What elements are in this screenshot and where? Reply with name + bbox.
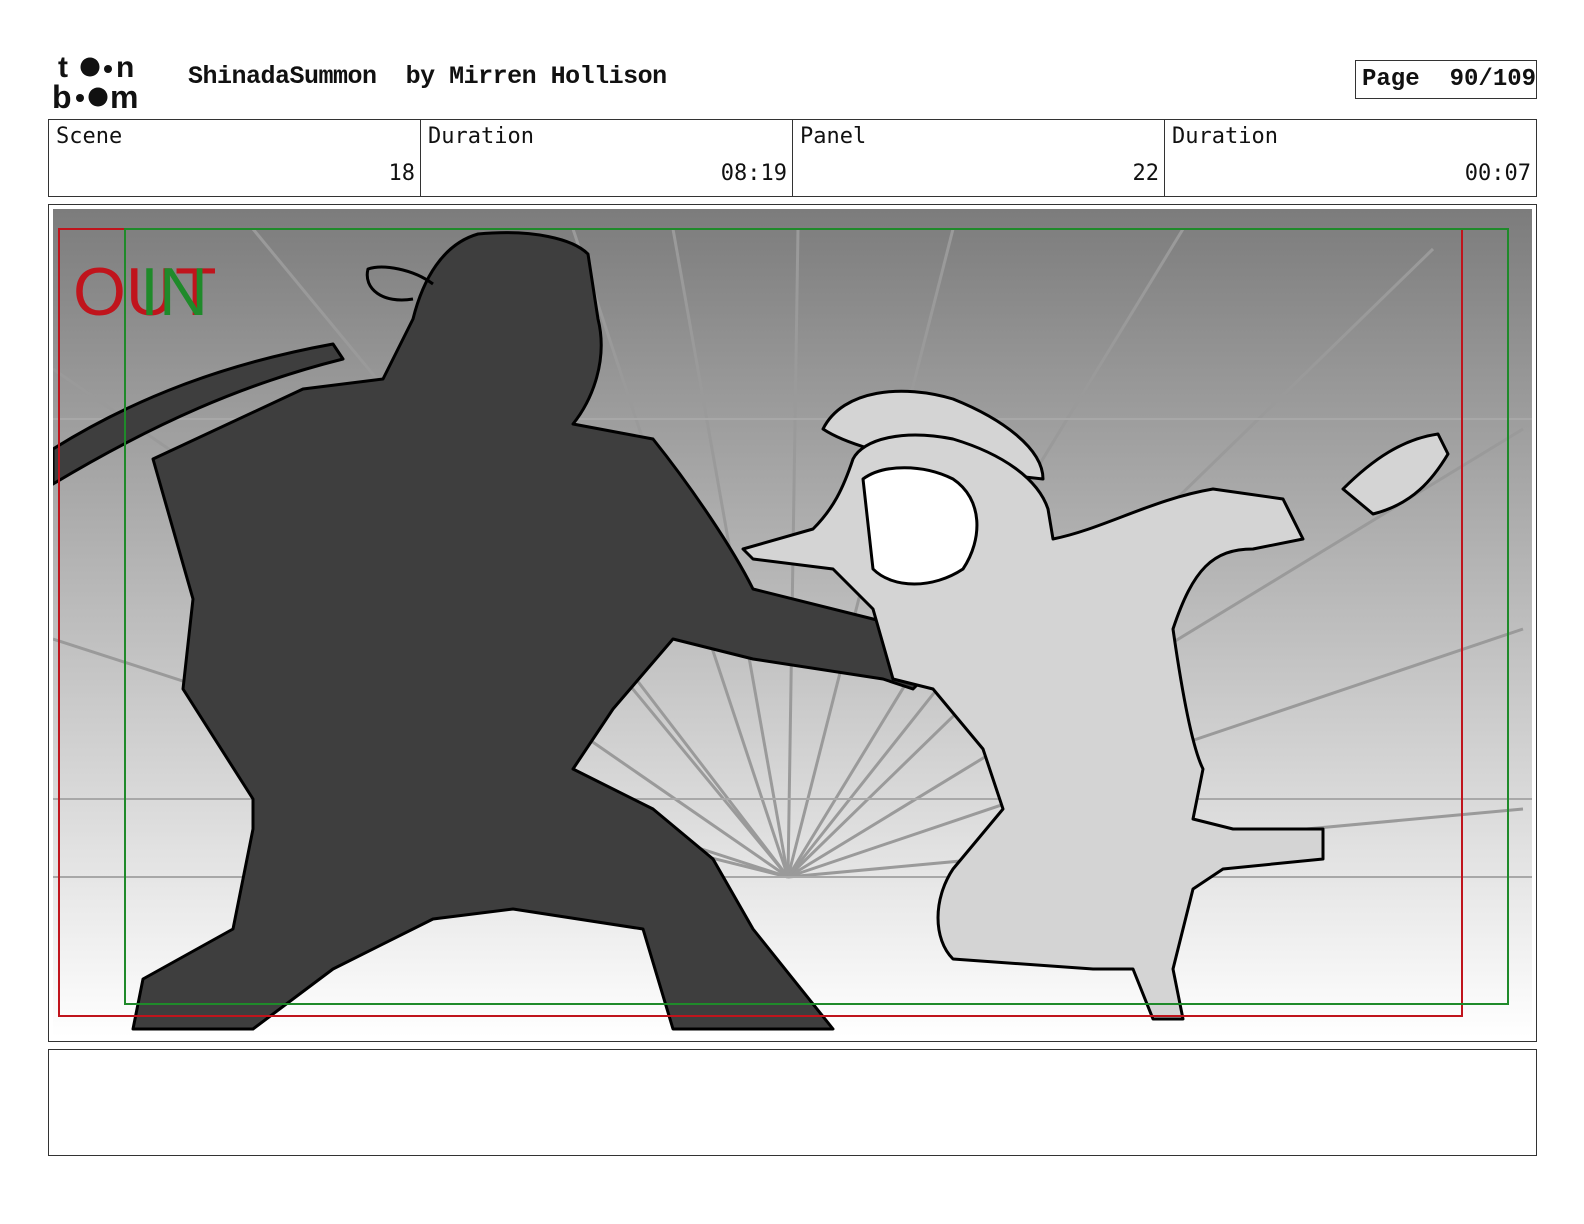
camera-marker-in: IN xyxy=(140,254,208,330)
scene-duration-label: Duration xyxy=(428,124,534,149)
svg-text:b: b xyxy=(52,79,72,112)
panel-notes xyxy=(48,1049,1537,1156)
right-figure-face xyxy=(861,466,979,586)
scene-value: 18 xyxy=(388,161,416,186)
storyboard-title: ShinadaSummon by Mirren Hollison xyxy=(188,62,667,91)
panel-duration-value: 00:07 xyxy=(1464,161,1531,186)
panel-cell: Panel 22 xyxy=(793,120,1165,196)
panel-frame: OUT IN xyxy=(48,204,1537,1042)
scene-info-row: Scene 18 Duration 08:19 Panel 22 Duratio… xyxy=(48,119,1537,197)
project-title: ShinadaSummon xyxy=(188,62,377,91)
scene-label: Scene xyxy=(56,124,123,149)
toon-boom-logo: t n b m xyxy=(52,51,138,112)
page-indicator: Page 90/109 xyxy=(1355,60,1537,99)
panel-label: Panel xyxy=(800,124,867,149)
panel-artwork: OUT IN xyxy=(53,209,1532,1037)
scene-cell: Scene 18 xyxy=(49,120,421,196)
panel-duration-cell: Duration 00:07 xyxy=(1165,120,1536,196)
page-label: Page xyxy=(1362,66,1420,93)
panel-value: 22 xyxy=(1132,161,1160,186)
scene-duration-value: 08:19 xyxy=(720,161,787,186)
scene-duration-cell: Duration 08:19 xyxy=(421,120,793,196)
panel-duration-label: Duration xyxy=(1172,124,1278,149)
page-number: 90/109 xyxy=(1449,66,1537,93)
svg-text:m: m xyxy=(110,79,138,112)
author-byline: by Mirren Hollison xyxy=(405,62,668,91)
